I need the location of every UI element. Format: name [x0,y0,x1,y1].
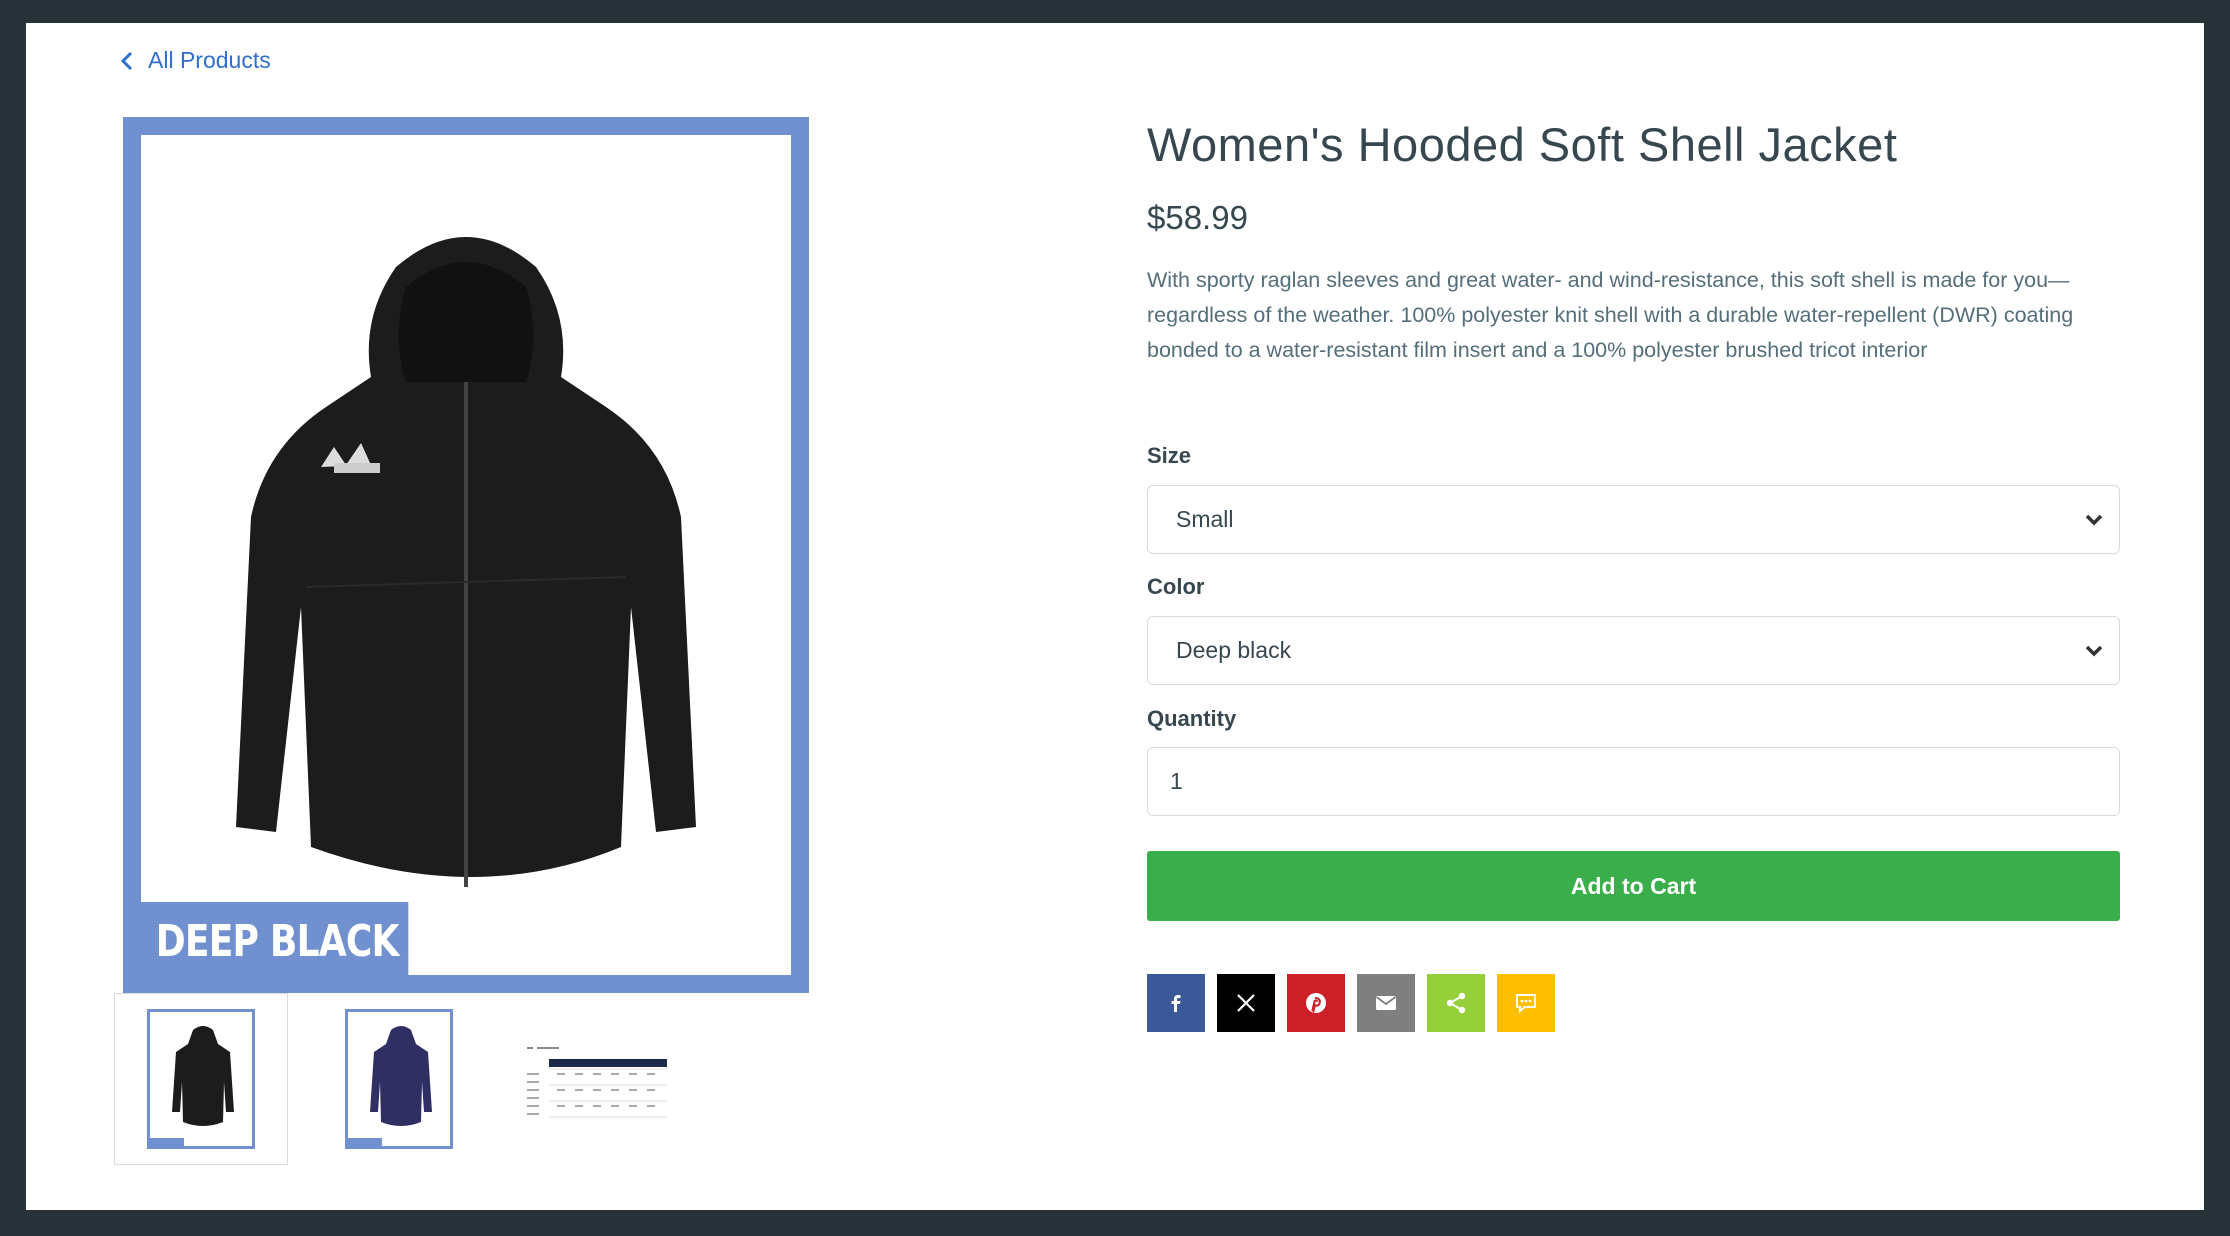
thumbnail-jacket-black-image [172,1026,234,1126]
sms-icon [1516,994,1536,1014]
size-chart-image [527,1047,667,1118]
share-icon [1446,992,1466,1014]
sms-share-button[interactable] [1497,974,1555,1032]
facebook-icon [1171,995,1181,1012]
chevron-left-icon [120,51,133,70]
email-icon [1375,996,1397,1010]
email-share-button[interactable] [1357,974,1415,1032]
color-tag: DEEP BLACK [141,902,409,975]
thumbnail-list [114,993,708,1165]
jacket-image [236,237,696,887]
thumbnail-size-chart[interactable] [510,993,684,1165]
size-select[interactable]: Small [1147,485,2120,554]
main-product-image[interactable]: DEEP BLACK [123,117,809,993]
quantity-input[interactable]: 1 [1147,747,2120,816]
color-select-value: Deep black [1176,637,1292,663]
pinterest-share-button[interactable] [1287,974,1345,1032]
back-link-label: All Products [148,47,271,73]
product-description: With sporty raglan sleeves and great wat… [1147,268,2074,362]
product-page: All Products DEEP BLACK Women's Hooded S… [26,23,2204,1210]
pinterest-icon [1306,993,1326,1013]
color-label: Color [1147,574,1205,599]
thumbnail-jacket-navy-image [370,1026,432,1126]
facebook-share-button[interactable] [1147,974,1205,1032]
thumbnail-deep-black[interactable] [114,993,288,1165]
x-share-button[interactable] [1217,974,1275,1032]
chevron-down-icon [2085,514,2103,526]
size-label: Size [1147,443,1192,468]
thumbnail-navy[interactable] [312,993,486,1165]
chevron-down-icon [2085,645,2103,657]
size-select-value: Small [1176,506,1234,532]
x-icon [1237,994,1255,1012]
product-price: $58.99 [1147,199,1248,236]
back-to-all-products-link[interactable]: All Products [120,47,271,74]
product-title: Women's Hooded Soft Shell Jacket [1147,118,1898,171]
quantity-value: 1 [1170,768,1183,794]
share-button[interactable] [1427,974,1485,1032]
add-to-cart-button[interactable]: Add to Cart [1147,851,2120,921]
share-buttons [1147,974,1555,1032]
color-select[interactable]: Deep black [1147,616,2120,685]
quantity-label: Quantity [1147,706,1237,731]
